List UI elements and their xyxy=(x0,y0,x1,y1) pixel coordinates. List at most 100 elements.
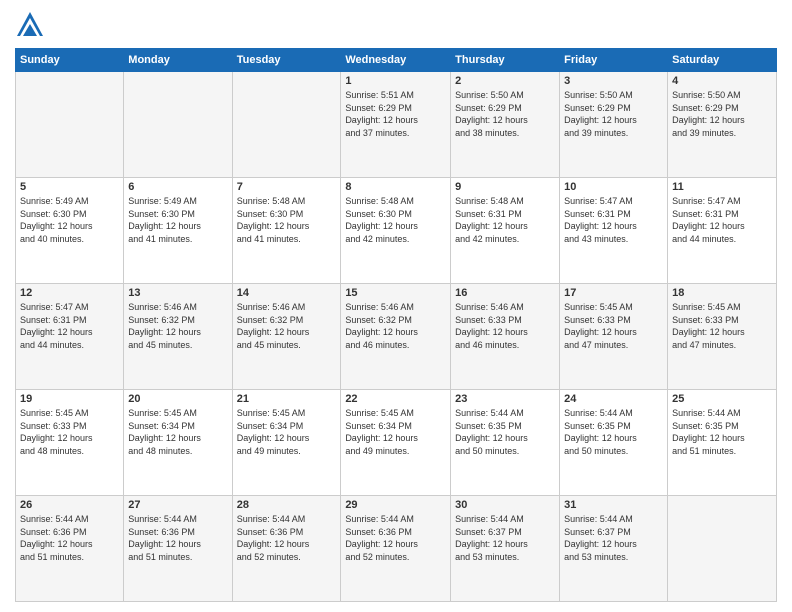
day-info: Sunrise: 5:44 AM Sunset: 6:36 PM Dayligh… xyxy=(345,513,446,563)
col-saturday: Saturday xyxy=(668,49,777,72)
day-number: 15 xyxy=(345,287,446,299)
day-cell: 31 Sunrise: 5:44 AM Sunset: 6:37 PM Dayli… xyxy=(560,496,668,602)
day-cell: 21 Sunrise: 5:45 AM Sunset: 6:34 PM Dayli… xyxy=(232,390,341,496)
day-number: 27 xyxy=(128,499,227,511)
page: Sunday Monday Tuesday Wednesday Thursday… xyxy=(0,0,792,612)
day-info: Sunrise: 5:45 AM Sunset: 6:34 PM Dayligh… xyxy=(237,407,337,457)
day-info: Sunrise: 5:51 AM Sunset: 6:29 PM Dayligh… xyxy=(345,89,446,139)
day-info: Sunrise: 5:45 AM Sunset: 6:33 PM Dayligh… xyxy=(564,301,663,351)
day-cell xyxy=(668,496,777,602)
day-number: 12 xyxy=(20,287,119,299)
col-sunday: Sunday xyxy=(16,49,124,72)
day-number: 11 xyxy=(672,181,772,193)
day-number: 28 xyxy=(237,499,337,511)
day-info: Sunrise: 5:46 AM Sunset: 6:33 PM Dayligh… xyxy=(455,301,555,351)
day-cell xyxy=(16,72,124,178)
day-cell: 1Sunrise: 5:51 AM Sunset: 6:29 PM Daylig… xyxy=(341,72,451,178)
day-cell: 18 Sunrise: 5:45 AM Sunset: 6:33 PM Dayli… xyxy=(668,284,777,390)
day-number: 8 xyxy=(345,181,446,193)
day-info: Sunrise: 5:44 AM Sunset: 6:37 PM Dayligh… xyxy=(564,513,663,563)
day-number: 20 xyxy=(128,393,227,405)
day-info: Sunrise: 5:45 AM Sunset: 6:33 PM Dayligh… xyxy=(672,301,772,351)
day-number: 18 xyxy=(672,287,772,299)
day-number: 24 xyxy=(564,393,663,405)
day-cell: 27 Sunrise: 5:44 AM Sunset: 6:36 PM Dayli… xyxy=(124,496,232,602)
day-info: Sunrise: 5:50 AM Sunset: 6:29 PM Dayligh… xyxy=(564,89,663,139)
day-number: 4 xyxy=(672,75,772,87)
day-number: 23 xyxy=(455,393,555,405)
week-row-3: 12 Sunrise: 5:47 AM Sunset: 6:31 PM Dayli… xyxy=(16,284,777,390)
col-monday: Monday xyxy=(124,49,232,72)
day-cell: 30 Sunrise: 5:44 AM Sunset: 6:37 PM Dayli… xyxy=(451,496,560,602)
day-cell: 12 Sunrise: 5:47 AM Sunset: 6:31 PM Dayli… xyxy=(16,284,124,390)
day-cell: 26Sunrise: 5:44 AM Sunset: 6:36 PM Dayli… xyxy=(16,496,124,602)
day-cell: 11 Sunrise: 5:47 AM Sunset: 6:31 PM Dayli… xyxy=(668,178,777,284)
day-number: 14 xyxy=(237,287,337,299)
day-cell: 25 Sunrise: 5:44 AM Sunset: 6:35 PM Dayli… xyxy=(668,390,777,496)
day-number: 29 xyxy=(345,499,446,511)
day-info: Sunrise: 5:49 AM Sunset: 6:30 PM Dayligh… xyxy=(20,195,119,245)
week-row-5: 26 Sunrise: 5:44 AM Sunset: 6:36 PM Dayli… xyxy=(16,496,777,602)
col-friday: Friday xyxy=(560,49,668,72)
logo xyxy=(15,10,49,40)
day-cell: 24Sunrise: 5:44 AM Sunset: 6:35 PM Dayli… xyxy=(560,390,668,496)
day-number: 7 xyxy=(237,181,337,193)
day-info: Sunrise: 5:45 AM Sunset: 6:33 PM Dayligh… xyxy=(20,407,119,457)
day-number: 3 xyxy=(564,75,663,87)
day-info: Sunrise: 5:44 AM Sunset: 6:37 PM Dayligh… xyxy=(455,513,555,563)
day-number: 19 xyxy=(20,393,119,405)
day-cell: 4 Sunrise: 5:50 AM Sunset: 6:29 PM Daylig… xyxy=(668,72,777,178)
col-tuesday: Tuesday xyxy=(232,49,341,72)
day-cell: 9Sunrise: 5:48 AM Sunset: 6:31 PM Daylig… xyxy=(451,178,560,284)
col-thursday: Thursday xyxy=(451,49,560,72)
day-number: 21 xyxy=(237,393,337,405)
day-number: 13 xyxy=(128,287,227,299)
day-cell: 22 Sunrise: 5:45 AM Sunset: 6:34 PM Dayli… xyxy=(341,390,451,496)
day-number: 26 xyxy=(20,499,119,511)
day-number: 17 xyxy=(564,287,663,299)
day-number: 31 xyxy=(564,499,663,511)
logo-icon xyxy=(15,10,45,40)
day-info: Sunrise: 5:47 AM Sunset: 6:31 PM Dayligh… xyxy=(672,195,772,245)
day-info: Sunrise: 5:44 AM Sunset: 6:35 PM Dayligh… xyxy=(672,407,772,457)
day-info: Sunrise: 5:44 AM Sunset: 6:36 PM Dayligh… xyxy=(128,513,227,563)
day-cell: 28 Sunrise: 5:44 AM Sunset: 6:36 PM Dayli… xyxy=(232,496,341,602)
day-cell: 8 Sunrise: 5:48 AM Sunset: 6:30 PM Daylig… xyxy=(341,178,451,284)
day-cell: 3 Sunrise: 5:50 AM Sunset: 6:29 PM Daylig… xyxy=(560,72,668,178)
calendar-table: Sunday Monday Tuesday Wednesday Thursday… xyxy=(15,48,777,602)
day-cell: 13 Sunrise: 5:46 AM Sunset: 6:32 PM Dayli… xyxy=(124,284,232,390)
day-cell xyxy=(124,72,232,178)
day-info: Sunrise: 5:46 AM Sunset: 6:32 PM Dayligh… xyxy=(128,301,227,351)
day-cell: 6 Sunrise: 5:49 AM Sunset: 6:30 PM Daylig… xyxy=(124,178,232,284)
day-cell: 10Sunrise: 5:47 AM Sunset: 6:31 PM Dayli… xyxy=(560,178,668,284)
day-info: Sunrise: 5:49 AM Sunset: 6:30 PM Dayligh… xyxy=(128,195,227,245)
header-row: Sunday Monday Tuesday Wednesday Thursday… xyxy=(16,49,777,72)
day-cell: 16 Sunrise: 5:46 AM Sunset: 6:33 PM Dayli… xyxy=(451,284,560,390)
day-info: Sunrise: 5:50 AM Sunset: 6:29 PM Dayligh… xyxy=(455,89,555,139)
day-cell: 14Sunrise: 5:46 AM Sunset: 6:32 PM Dayli… xyxy=(232,284,341,390)
col-wednesday: Wednesday xyxy=(341,49,451,72)
day-cell: 5Sunrise: 5:49 AM Sunset: 6:30 PM Daylig… xyxy=(16,178,124,284)
day-number: 25 xyxy=(672,393,772,405)
day-number: 6 xyxy=(128,181,227,193)
day-info: Sunrise: 5:47 AM Sunset: 6:31 PM Dayligh… xyxy=(20,301,119,351)
week-row-4: 19 Sunrise: 5:45 AM Sunset: 6:33 PM Dayli… xyxy=(16,390,777,496)
day-number: 9 xyxy=(455,181,555,193)
day-cell: 23Sunrise: 5:44 AM Sunset: 6:35 PM Dayli… xyxy=(451,390,560,496)
day-info: Sunrise: 5:48 AM Sunset: 6:30 PM Dayligh… xyxy=(237,195,337,245)
week-row-2: 5Sunrise: 5:49 AM Sunset: 6:30 PM Daylig… xyxy=(16,178,777,284)
day-info: Sunrise: 5:48 AM Sunset: 6:30 PM Dayligh… xyxy=(345,195,446,245)
day-cell xyxy=(232,72,341,178)
header xyxy=(15,10,777,40)
day-cell: 20 Sunrise: 5:45 AM Sunset: 6:34 PM Dayli… xyxy=(124,390,232,496)
day-info: Sunrise: 5:47 AM Sunset: 6:31 PM Dayligh… xyxy=(564,195,663,245)
day-info: Sunrise: 5:44 AM Sunset: 6:36 PM Dayligh… xyxy=(237,513,337,563)
day-cell: 15Sunrise: 5:46 AM Sunset: 6:32 PM Dayli… xyxy=(341,284,451,390)
day-info: Sunrise: 5:45 AM Sunset: 6:34 PM Dayligh… xyxy=(345,407,446,457)
day-info: Sunrise: 5:50 AM Sunset: 6:29 PM Dayligh… xyxy=(672,89,772,139)
day-number: 16 xyxy=(455,287,555,299)
day-cell: 29 Sunrise: 5:44 AM Sunset: 6:36 PM Dayli… xyxy=(341,496,451,602)
day-info: Sunrise: 5:45 AM Sunset: 6:34 PM Dayligh… xyxy=(128,407,227,457)
day-number: 22 xyxy=(345,393,446,405)
day-number: 30 xyxy=(455,499,555,511)
